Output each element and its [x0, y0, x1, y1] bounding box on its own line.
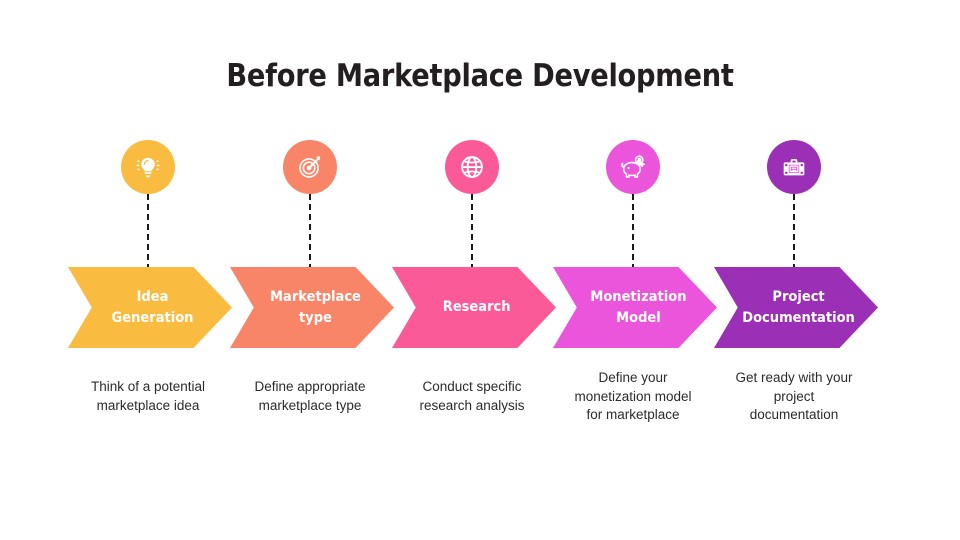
stage-marketplace-type: Marketplace type Define appropriate mark…	[230, 0, 394, 540]
arrow-label: Marketplace type	[269, 288, 361, 326]
target-icon	[283, 140, 337, 194]
process-arrow[interactable]: Idea Generation	[68, 267, 232, 348]
stage-idea-generation: Idea Generation Think of a potential mar…	[68, 0, 232, 540]
stage-caption: Define appropriate marketplace type	[254, 379, 366, 413]
process-arrow[interactable]: Monetization Model	[553, 267, 717, 348]
arrow-label: Research	[443, 299, 511, 316]
stage-project-documentation: Project Documentation Get ready with you…	[714, 0, 878, 540]
arrow-label: Monetization Model	[589, 288, 687, 326]
process-arrow[interactable]: Research	[392, 267, 556, 348]
stage-monetization-model: Monetization Model Define your monetizat…	[553, 0, 717, 540]
piggy-bank-icon	[606, 140, 660, 194]
briefcase-icon	[767, 140, 821, 194]
globe-icon	[445, 140, 499, 194]
infographic-canvas: Before Marketplace Development Idea Gene…	[0, 0, 960, 540]
stage-caption: Get ready with your project documentatio…	[735, 370, 853, 423]
stage-caption: Think of a potential marketplace idea	[90, 379, 206, 413]
stage-caption: Define your monetization model for marke…	[574, 370, 692, 423]
stage-caption: Conduct specific research analysis	[419, 379, 525, 413]
stage-research: Research Conduct specific research analy…	[392, 0, 556, 540]
lightbulb-icon	[121, 140, 175, 194]
arrow-label: Project Documentation	[742, 288, 856, 326]
process-arrow[interactable]: Project Documentation	[714, 267, 878, 348]
process-arrow[interactable]: Marketplace type	[230, 267, 394, 348]
arrow-label: Idea Generation	[112, 288, 194, 326]
